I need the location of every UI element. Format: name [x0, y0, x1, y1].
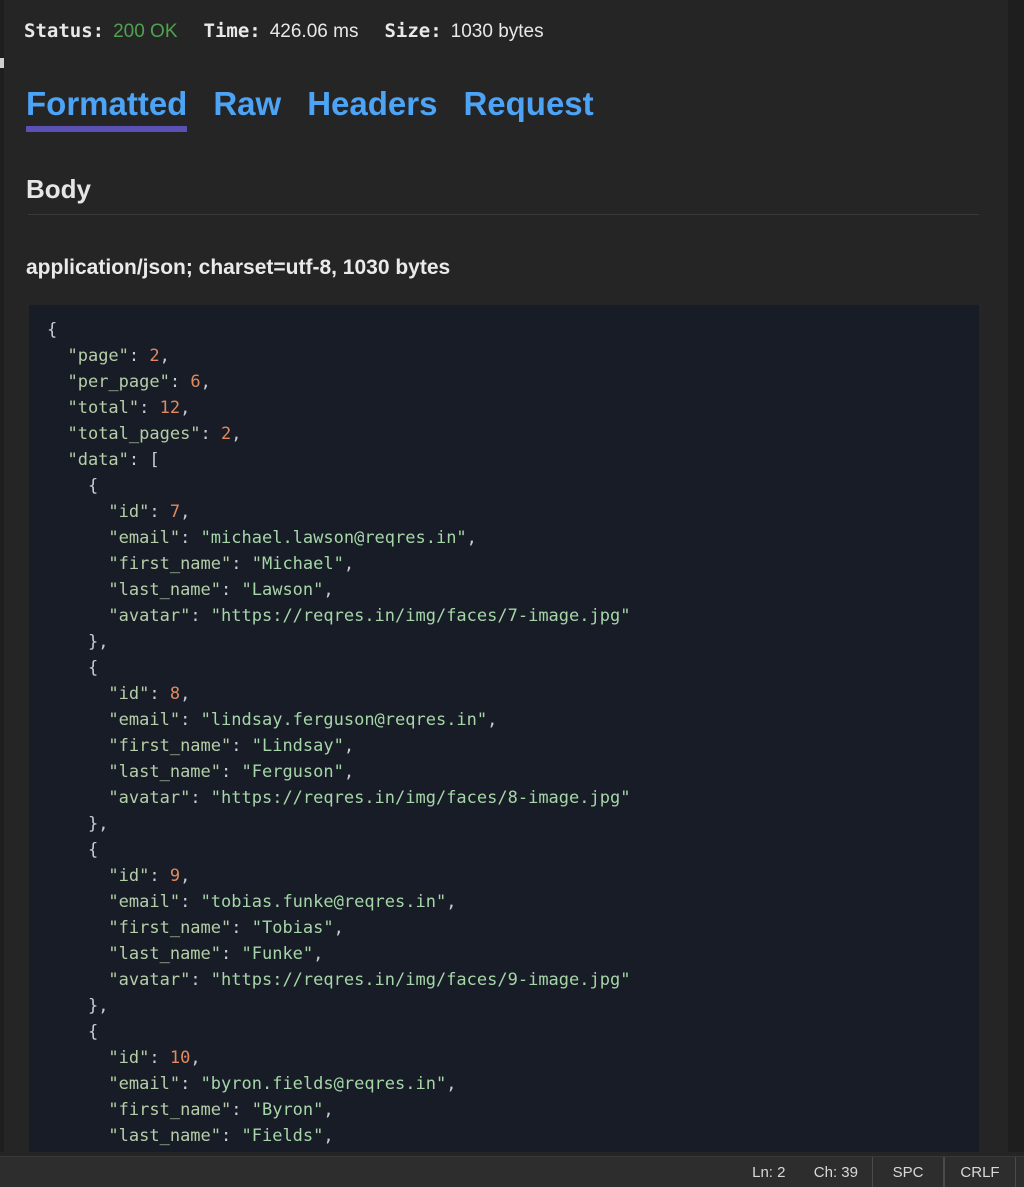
code-line: "id": 7, [108, 502, 191, 522]
json-code-lines: { "page": 2, "per_page": 6, "total": 12,… [47, 317, 979, 1149]
code-line: { [87, 658, 99, 678]
code-line: "last_name": "Ferguson", [108, 762, 355, 782]
response-viewer-window: Status: 200 OK Time: 426.06 ms Size: 103… [0, 0, 1024, 1187]
code-line: }, [87, 996, 109, 1016]
code-line: "total_pages": 2, [67, 424, 242, 444]
status-line-number[interactable]: Ln: 2 [738, 1157, 800, 1187]
status-eol-mode[interactable]: CRLF [944, 1156, 1016, 1187]
code-line: "last_name": "Funke", [108, 944, 324, 964]
time-label: Time: [203, 20, 261, 42]
code-line: "email": "tobias.funke@reqres.in", [108, 892, 457, 912]
code-line: { [47, 320, 58, 340]
json-body-viewer[interactable]: { "page": 2, "per_page": 6, "total": 12,… [29, 305, 979, 1152]
body-heading-divider [28, 214, 979, 215]
code-line: "email": "byron.fields@reqres.in", [108, 1074, 457, 1094]
code-line: "id": 9, [108, 866, 191, 886]
code-line: "first_name": "Tobias", [108, 918, 344, 938]
status-column-number[interactable]: Ch: 39 [800, 1157, 872, 1187]
status-indent-mode[interactable]: SPC [872, 1156, 944, 1187]
code-line: { [87, 1022, 99, 1042]
tab-formatted[interactable]: Formatted [26, 82, 188, 132]
code-line: }, [87, 632, 109, 652]
size-label: Size: [384, 20, 442, 42]
code-line: "first_name": "Lindsay", [108, 736, 355, 756]
code-line: "last_name": "Fields", [108, 1126, 334, 1146]
editor-status-bar: Ln: 2 Ch: 39 SPC CRLF [0, 1156, 1024, 1187]
status-label: Status: [24, 20, 105, 42]
code-line: "first_name": "Byron", [108, 1100, 334, 1120]
status-value: 200 OK [113, 21, 178, 42]
code-line: "total": 12, [67, 398, 191, 418]
code-line: "last_name": "Lawson", [108, 580, 334, 600]
code-line: "avatar": "https://reqres.in/img/faces/7… [108, 606, 631, 626]
response-tab-strip: Formatted Raw Headers Request [26, 82, 594, 132]
code-line: "page": 2, [67, 346, 170, 366]
body-section-heading: Body [26, 174, 91, 204]
content-type-line: application/json; charset=utf-8, 1030 by… [26, 256, 451, 279]
code-line: "email": "michael.lawson@reqres.in", [108, 528, 477, 548]
size-value: 1030 bytes [450, 21, 544, 42]
code-line: "data": [ [67, 450, 160, 470]
code-line: "id": 10, [108, 1048, 201, 1068]
code-line: "avatar": "https://reqres.in/img/faces/8… [108, 788, 631, 808]
right-gutter [1008, 0, 1024, 1152]
code-line: "per_page": 6, [67, 372, 211, 392]
tab-request[interactable]: Request [463, 82, 593, 132]
time-value: 426.06 ms [269, 21, 359, 42]
response-content-area: Status: 200 OK Time: 426.06 ms Size: 103… [4, 0, 979, 1152]
code-line: { [87, 840, 99, 860]
code-line: "avatar": "https://reqres.in/img/faces/9… [108, 970, 631, 990]
code-line: "id": 8, [108, 684, 191, 704]
tab-headers[interactable]: Headers [307, 82, 437, 132]
code-line: { [87, 476, 99, 496]
code-line: "email": "lindsay.ferguson@reqres.in", [108, 710, 498, 730]
tab-raw[interactable]: Raw [213, 82, 281, 132]
response-summary-line: Status: 200 OK Time: 426.06 ms Size: 103… [24, 20, 544, 48]
code-line: "first_name": "Michael", [108, 554, 355, 574]
code-line: }, [87, 814, 109, 834]
